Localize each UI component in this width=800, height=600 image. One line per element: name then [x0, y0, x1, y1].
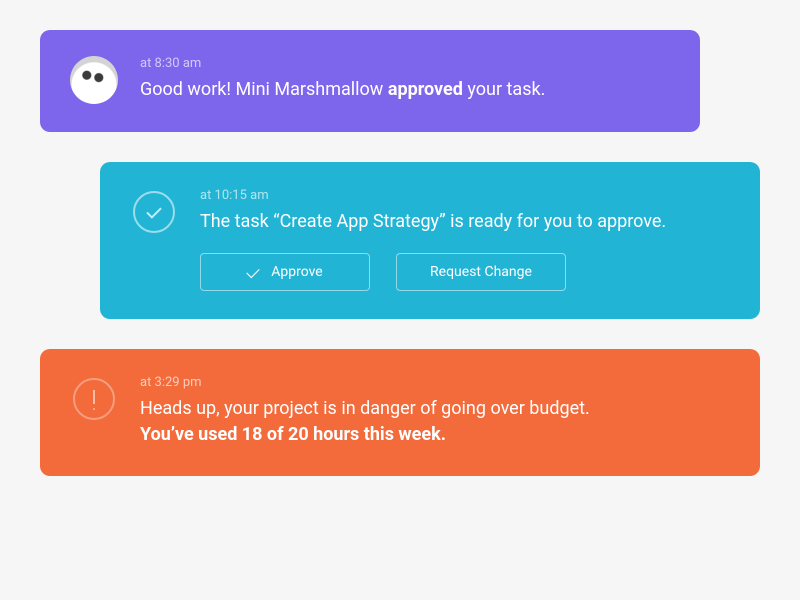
timestamp: at 10:15 am	[200, 188, 730, 203]
timestamp: at 3:29 pm	[140, 375, 730, 390]
notification-approved: at 8:30 am Good work! Mini Marshmallow a…	[40, 30, 700, 132]
timestamp: at 8:30 am	[140, 56, 670, 71]
button-label: Request Change	[430, 264, 532, 280]
alert-icon	[70, 375, 118, 423]
message: Heads up, your project is in danger of g…	[140, 396, 730, 448]
notification-pending-approval: at 10:15 am The task “Create App Strateg…	[100, 162, 760, 319]
notification-warning: at 3:29 pm Heads up, your project is in …	[40, 349, 760, 476]
button-label: Approve	[271, 264, 322, 280]
notification-content: at 10:15 am The task “Create App Strateg…	[200, 188, 730, 291]
message-bold: You’ve used 18 of 20 hours this week.	[140, 424, 446, 445]
message-part: Good work! Mini Marshmallow	[140, 79, 388, 100]
notification-content: at 3:29 pm Heads up, your project is in …	[140, 375, 730, 448]
check-icon	[130, 188, 178, 236]
message-part: your task.	[463, 79, 545, 100]
avatar	[70, 56, 118, 104]
message: Good work! Mini Marshmallow approved you…	[140, 77, 670, 103]
actions: Approve Request Change	[200, 253, 730, 291]
check-icon	[247, 264, 260, 277]
approve-button[interactable]: Approve	[200, 253, 370, 291]
notification-content: at 8:30 am Good work! Mini Marshmallow a…	[140, 56, 670, 103]
request-change-button[interactable]: Request Change	[396, 253, 566, 291]
message: The task “Create App Strategy” is ready …	[200, 209, 730, 235]
avatar-image	[70, 56, 118, 104]
message-line: Heads up, your project is in danger of g…	[140, 398, 590, 419]
message-bold: approved	[388, 79, 463, 100]
